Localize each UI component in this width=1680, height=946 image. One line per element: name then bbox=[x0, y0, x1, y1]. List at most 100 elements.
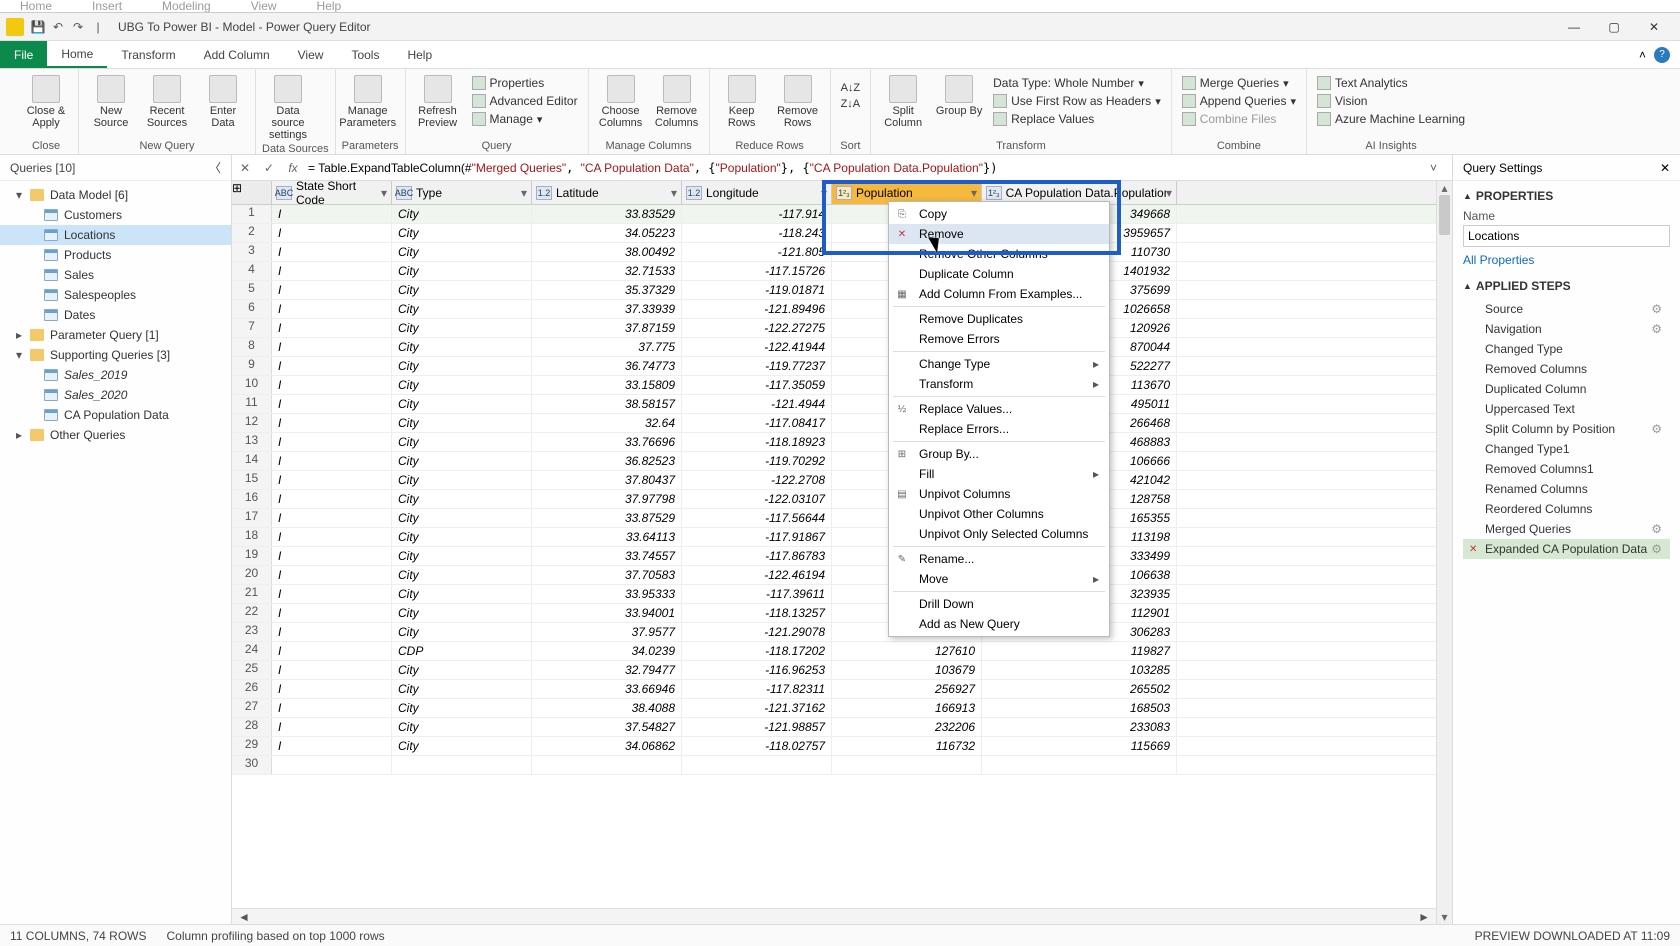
context-menu-item[interactable]: Fill▸ bbox=[889, 464, 1109, 484]
query-settings-close[interactable]: ✕ bbox=[1660, 161, 1670, 175]
table-row[interactable]: 29 I City 34.06862 -118.02757 116732 115… bbox=[232, 737, 1436, 756]
choose-columns-button[interactable]: Choose Columns bbox=[595, 71, 647, 129]
context-menu-item[interactable]: ⊞Group By... bbox=[889, 444, 1109, 464]
new-source-button[interactable]: New Source bbox=[85, 71, 137, 129]
formula-input[interactable]: = Table.ExpandTableColumn(#"Merged Queri… bbox=[308, 161, 1424, 175]
manage-parameters-button[interactable]: Manage Parameters bbox=[342, 71, 394, 129]
col-header-latitude[interactable]: 1.2Latitude▾ bbox=[532, 181, 682, 204]
qat-redo[interactable]: ↷ bbox=[69, 20, 87, 34]
qat-undo[interactable]: ↶ bbox=[49, 20, 67, 34]
group-by-button[interactable]: Group By bbox=[933, 71, 985, 117]
query-folder[interactable]: ▸Parameter Query [1] bbox=[0, 325, 231, 345]
formula-expand[interactable]: ˅ bbox=[1430, 161, 1448, 175]
sort-asc-button[interactable]: A↓Z bbox=[837, 81, 865, 95]
help-icon[interactable]: ? bbox=[1654, 47, 1670, 63]
table-row[interactable]: 15 I City 37.80437 -122.2708 421042 bbox=[232, 471, 1436, 490]
context-menu-item[interactable]: Remove Other Columns bbox=[889, 244, 1109, 264]
table-row[interactable]: 14 I City 36.82523 -119.70292 106666 bbox=[232, 452, 1436, 471]
applied-step[interactable]: Uppercased Text bbox=[1463, 399, 1670, 419]
applied-step[interactable]: Navigation⚙ bbox=[1463, 319, 1670, 339]
merge-queries-button[interactable]: Merge Queries ▾ bbox=[1178, 75, 1300, 91]
table-row[interactable]: 7 I City 37.87159 -122.27275 120926 bbox=[232, 319, 1436, 338]
applied-step[interactable]: Changed Type bbox=[1463, 339, 1670, 359]
tab-add-column[interactable]: Add Column bbox=[190, 41, 284, 68]
query-folder[interactable]: ▸Other Queries bbox=[0, 425, 231, 445]
data-type-button[interactable]: Data Type: Whole Number ▾ bbox=[989, 75, 1165, 91]
formula-cancel[interactable]: ✕ bbox=[236, 159, 254, 177]
context-menu-item[interactable]: Move▸ bbox=[889, 569, 1109, 589]
table-row[interactable]: 24 I CDP 34.0239 -118.17202 127610 11982… bbox=[232, 642, 1436, 661]
tab-transform[interactable]: Transform bbox=[107, 41, 189, 68]
properties-button[interactable]: Properties bbox=[468, 75, 582, 91]
applied-step[interactable]: Changed Type1 bbox=[1463, 439, 1670, 459]
grid-body[interactable]: 1 I City 33.83529 -117.914 349668 2 I Ci… bbox=[232, 205, 1436, 908]
table-row[interactable]: 8 I City 37.775 -122.41944 870044 bbox=[232, 338, 1436, 357]
context-menu-item[interactable]: ⎘Copy bbox=[889, 204, 1109, 224]
applied-step[interactable]: Split Column by Position⚙ bbox=[1463, 419, 1670, 439]
data-source-settings-button[interactable]: Data source settings bbox=[262, 71, 314, 141]
remove-columns-button[interactable]: Remove Columns bbox=[651, 71, 703, 129]
context-menu-item[interactable]: Remove Duplicates bbox=[889, 309, 1109, 329]
enter-data-button[interactable]: Enter Data bbox=[197, 71, 249, 129]
formula-fx[interactable]: fx bbox=[284, 159, 302, 177]
tab-tools[interactable]: Tools bbox=[337, 41, 393, 68]
applied-step[interactable]: Merged Queries⚙ bbox=[1463, 519, 1670, 539]
table-row[interactable]: 17 I City 33.87529 -117.56644 165355 bbox=[232, 509, 1436, 528]
vision-button[interactable]: Vision bbox=[1313, 93, 1469, 109]
table-row[interactable]: 30 bbox=[232, 756, 1436, 775]
first-row-headers-button[interactable]: Use First Row as Headers ▾ bbox=[989, 93, 1165, 109]
context-menu-item[interactable]: Drill Down bbox=[889, 594, 1109, 614]
context-menu-item[interactable]: ▤Unpivot Columns bbox=[889, 484, 1109, 504]
context-menu-item[interactable]: ✕Remove bbox=[889, 224, 1109, 244]
col-header-longitude[interactable]: 1.2Longitude▾ bbox=[682, 181, 832, 204]
tab-file[interactable]: File bbox=[0, 41, 47, 68]
applied-step[interactable]: Expanded CA Population Data⚙ bbox=[1463, 539, 1670, 559]
table-row[interactable]: 4 I City 32.71533 -117.15726 1401932 bbox=[232, 262, 1436, 281]
table-row[interactable]: 6 I City 37.33939 -121.89496 1026658 bbox=[232, 300, 1436, 319]
horizontal-scrollbar[interactable]: ◄► bbox=[232, 908, 1436, 924]
sort-desc-button[interactable]: Z↓A bbox=[837, 97, 865, 111]
tab-view[interactable]: View bbox=[284, 41, 338, 68]
context-menu-item[interactable]: Add as New Query bbox=[889, 614, 1109, 634]
col-header-state-short-code[interactable]: ABCState Short Code▾ bbox=[272, 181, 392, 204]
applied-step[interactable]: Reordered Columns bbox=[1463, 499, 1670, 519]
context-menu-item[interactable]: Replace Errors... bbox=[889, 419, 1109, 439]
table-row[interactable]: 12 I City 32.64 -117.08417 266468 bbox=[232, 414, 1436, 433]
azure-ml-button[interactable]: Azure Machine Learning bbox=[1313, 111, 1469, 127]
applied-step[interactable]: Removed Columns bbox=[1463, 359, 1670, 379]
query-item[interactable]: Sales bbox=[0, 265, 231, 285]
context-menu-item[interactable]: ▦Add Column From Examples... bbox=[889, 284, 1109, 304]
refresh-preview-button[interactable]: Refresh Preview bbox=[412, 71, 464, 129]
applied-step[interactable]: Renamed Columns bbox=[1463, 479, 1670, 499]
query-item[interactable]: Sales_2020 bbox=[0, 385, 231, 405]
qat-save[interactable]: 💾 bbox=[29, 20, 47, 34]
context-menu-item[interactable]: Remove Errors bbox=[889, 329, 1109, 349]
table-row[interactable]: 13 I City 33.76696 -118.18923 468883 bbox=[232, 433, 1436, 452]
table-row[interactable]: 25 I City 32.79477 -116.96253 103679 103… bbox=[232, 661, 1436, 680]
split-column-button[interactable]: Split Column bbox=[877, 71, 929, 129]
table-row[interactable]: 22 I City 33.94001 -118.13257 112901 bbox=[232, 604, 1436, 623]
table-row[interactable]: 11 I City 38.58157 -121.4944 495011 bbox=[232, 395, 1436, 414]
query-folder[interactable]: ▾Supporting Queries [3] bbox=[0, 345, 231, 365]
maximize-button[interactable]: ▢ bbox=[1594, 13, 1634, 41]
query-item[interactable]: CA Population Data bbox=[0, 405, 231, 425]
query-item[interactable]: Locations bbox=[0, 225, 231, 245]
applied-step[interactable]: Removed Columns1 bbox=[1463, 459, 1670, 479]
advanced-editor-button[interactable]: Advanced Editor bbox=[468, 93, 582, 109]
table-row[interactable]: 23 I City 37.9577 -121.29078 306283 bbox=[232, 623, 1436, 642]
context-menu-item[interactable]: Transform▸ bbox=[889, 374, 1109, 394]
context-menu-item[interactable]: Unpivot Only Selected Columns bbox=[889, 524, 1109, 544]
table-row[interactable]: 9 I City 36.74773 -119.77237 522277 bbox=[232, 357, 1436, 376]
row-number-header[interactable]: ⊞ bbox=[232, 181, 272, 204]
remove-rows-button[interactable]: Remove Rows bbox=[772, 71, 824, 129]
table-row[interactable]: 1 I City 33.83529 -117.914 349668 bbox=[232, 205, 1436, 224]
context-menu-item[interactable]: Change Type▸ bbox=[889, 354, 1109, 374]
formula-commit[interactable]: ✓ bbox=[260, 159, 278, 177]
context-menu-item[interactable]: ✎Rename... bbox=[889, 549, 1109, 569]
context-menu-item[interactable]: Unpivot Other Columns bbox=[889, 504, 1109, 524]
table-row[interactable]: 28 I City 37.54827 -121.98857 232206 233… bbox=[232, 718, 1436, 737]
keep-rows-button[interactable]: Keep Rows bbox=[716, 71, 768, 129]
query-item[interactable]: Customers bbox=[0, 205, 231, 225]
table-row[interactable]: 26 I City 33.66946 -117.82311 256927 265… bbox=[232, 680, 1436, 699]
table-row[interactable]: 10 I City 33.15809 -117.35059 113670 bbox=[232, 376, 1436, 395]
